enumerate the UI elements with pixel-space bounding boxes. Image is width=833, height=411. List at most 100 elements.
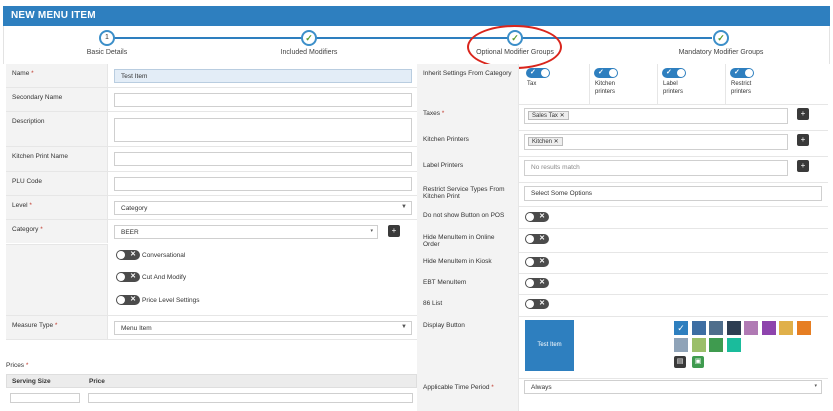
measure-type-select[interactable]: Menu Item ▼ [114, 321, 412, 335]
color-swatch[interactable] [761, 321, 776, 335]
add-tax-button[interactable]: + [797, 108, 809, 120]
step-basic-details-label[interactable]: Basic Details [37, 49, 177, 56]
price-level-settings-label: Price Level Settings [142, 297, 200, 304]
ebt-menuitem-label: EBT MenuItem [417, 273, 519, 294]
description-textarea[interactable] [114, 118, 412, 142]
name-input[interactable]: Test Item [114, 69, 412, 83]
hide-kiosk-label: Hide MenuItem in Kiosk [417, 252, 519, 273]
hide-online-order-toggle[interactable]: ✕ [525, 234, 549, 244]
tag-kitchen[interactable]: Kitchen ✕ [528, 137, 563, 146]
inherit-kitchen-printers-toggle[interactable]: ✓ [594, 68, 618, 78]
inherit-restrict-printers-label: Restrict printers [731, 81, 752, 95]
color-swatch[interactable] [726, 321, 741, 335]
secondary-name-input[interactable] [114, 93, 412, 107]
level-select[interactable]: Category ▼ [114, 201, 412, 215]
category-label-spacer [6, 244, 108, 315]
display-button-preview: Test Item [525, 320, 574, 371]
tag-sales-tax[interactable]: Sales Tax ✕ [528, 111, 569, 120]
check-icon: ✓ [677, 323, 685, 333]
conversational-toggle[interactable]: ✕ [116, 250, 140, 260]
kitchen-print-name-row: Kitchen Print Name [6, 147, 417, 172]
step-mandatory-modifier-groups-label[interactable]: Mandatory Modifier Groups [651, 49, 791, 56]
color-swatch[interactable] [691, 321, 706, 335]
wizard-steps: 1 Basic Details ✓ Included Modifiers ✓ O… [3, 26, 830, 64]
kitchen-printers-label: Kitchen Printers [417, 130, 519, 156]
prices-label: Prices * [6, 362, 29, 369]
kitchen-printers-multiselect[interactable]: Kitchen ✕ [524, 134, 788, 150]
price-column-header: Price [89, 378, 105, 385]
plu-code-input[interactable] [114, 177, 412, 191]
restrict-service-types-label: Restrict Service Types From Kitchen Prin… [417, 182, 519, 206]
description-row: Description [6, 112, 417, 147]
color-swatch[interactable] [709, 321, 723, 335]
plu-code-label: PLU Code [6, 172, 108, 195]
add-category-button[interactable]: + [388, 225, 400, 237]
secondary-name-row: Secondary Name [6, 88, 417, 112]
name-row: Name * Test Item [6, 64, 417, 88]
plu-code-row: PLU Code [6, 172, 417, 196]
color-swatch[interactable] [744, 321, 758, 335]
label-printers-label: Label Printers [417, 156, 519, 182]
chevron-down-icon: ▼ [401, 324, 407, 330]
price-level-settings-toggle[interactable]: ✕ [116, 295, 140, 305]
color-swatch[interactable] [726, 338, 741, 352]
display-button-label: Display Button [417, 316, 519, 378]
description-label: Description [6, 112, 108, 146]
color-swatch[interactable]: ✓ [674, 321, 688, 335]
do-not-show-button-toggle[interactable]: ✕ [525, 212, 549, 222]
chevron-down-icon: ▾ [814, 383, 817, 389]
hide-online-order-label: Hide MenuItem in Online Order [417, 228, 519, 252]
level-row: Level * Category ▼ [6, 196, 417, 220]
serving-size-input[interactable] [10, 393, 80, 403]
name-label: Name * [6, 64, 108, 87]
step-included-modifiers-marker[interactable]: ✓ [301, 30, 317, 46]
cut-and-modify-toggle[interactable]: ✕ [116, 272, 140, 282]
inherit-kitchen-printers-label: Kitchen printers [595, 81, 616, 95]
settings-form: Inherit Settings From Category ✓ Tax ✓ K… [417, 64, 833, 411]
measure-type-label: Measure Type * [6, 316, 108, 339]
inherit-tax-toggle[interactable]: ✓ [526, 68, 550, 78]
applicable-time-period-select[interactable]: Always ▾ [524, 380, 822, 394]
inherit-label-printers-toggle[interactable]: ✓ [662, 68, 686, 78]
86-list-toggle[interactable]: ✕ [525, 299, 549, 309]
taxes-multiselect[interactable]: Sales Tax ✕ [524, 108, 788, 124]
chevron-down-icon: ▼ [401, 204, 407, 210]
kitchen-print-name-input[interactable] [114, 152, 412, 166]
cut-and-modify-label: Cut And Modify [142, 274, 187, 281]
category-select[interactable]: BEER ▾ [114, 225, 378, 239]
category-row: Category * BEER ▾ + ✕ Conversational ✕ Cu… [6, 220, 417, 316]
color-swatch[interactable] [674, 338, 688, 352]
highlight-ring [467, 25, 562, 69]
price-input[interactable] [88, 393, 413, 403]
hide-kiosk-toggle[interactable]: ✕ [525, 257, 549, 267]
category-label: Category * [6, 220, 108, 243]
inherit-settings-label: Inherit Settings From Category [417, 64, 519, 104]
step-mandatory-modifier-groups-marker[interactable]: ✓ [713, 30, 729, 46]
level-label: Level * [6, 196, 108, 219]
kitchen-print-name-label: Kitchen Print Name [6, 147, 108, 171]
86-list-label: 86 List [417, 294, 519, 316]
conversational-label: Conversational [142, 252, 186, 259]
image-picture-button[interactable]: ▣ [692, 356, 704, 368]
image-file-button[interactable]: ▤ [674, 356, 686, 368]
measure-type-row: Measure Type * Menu Item ▼ [6, 316, 417, 340]
add-kitchen-printer-button[interactable]: + [797, 134, 809, 146]
add-label-printer-button[interactable]: + [797, 160, 809, 172]
applicable-time-period-label: Applicable Time Period * [417, 378, 519, 411]
step-basic-details-marker[interactable]: 1 [99, 30, 115, 46]
inherit-tax-label: Tax [527, 81, 537, 87]
color-swatch[interactable] [691, 338, 706, 352]
inherit-restrict-printers-toggle[interactable]: ✓ [730, 68, 754, 78]
ebt-menuitem-toggle[interactable]: ✕ [525, 278, 549, 288]
basic-details-form: Name * Test Item Secondary Name Descript… [6, 64, 417, 411]
serving-size-column-header: Serving Size [12, 378, 51, 385]
color-swatch[interactable] [709, 338, 723, 352]
prices-table-header: Serving Size Price [6, 374, 417, 388]
label-printers-multiselect[interactable]: No results match [524, 160, 788, 176]
step-included-modifiers-label[interactable]: Included Modifiers [239, 49, 379, 56]
color-swatch[interactable] [796, 321, 811, 335]
do-not-show-button-label: Do not show Button on POS [417, 206, 519, 228]
inherit-label-printers-label: Label printers [663, 81, 684, 95]
restrict-service-types-select[interactable]: Select Some Options [524, 186, 822, 201]
color-swatch[interactable] [779, 321, 793, 335]
